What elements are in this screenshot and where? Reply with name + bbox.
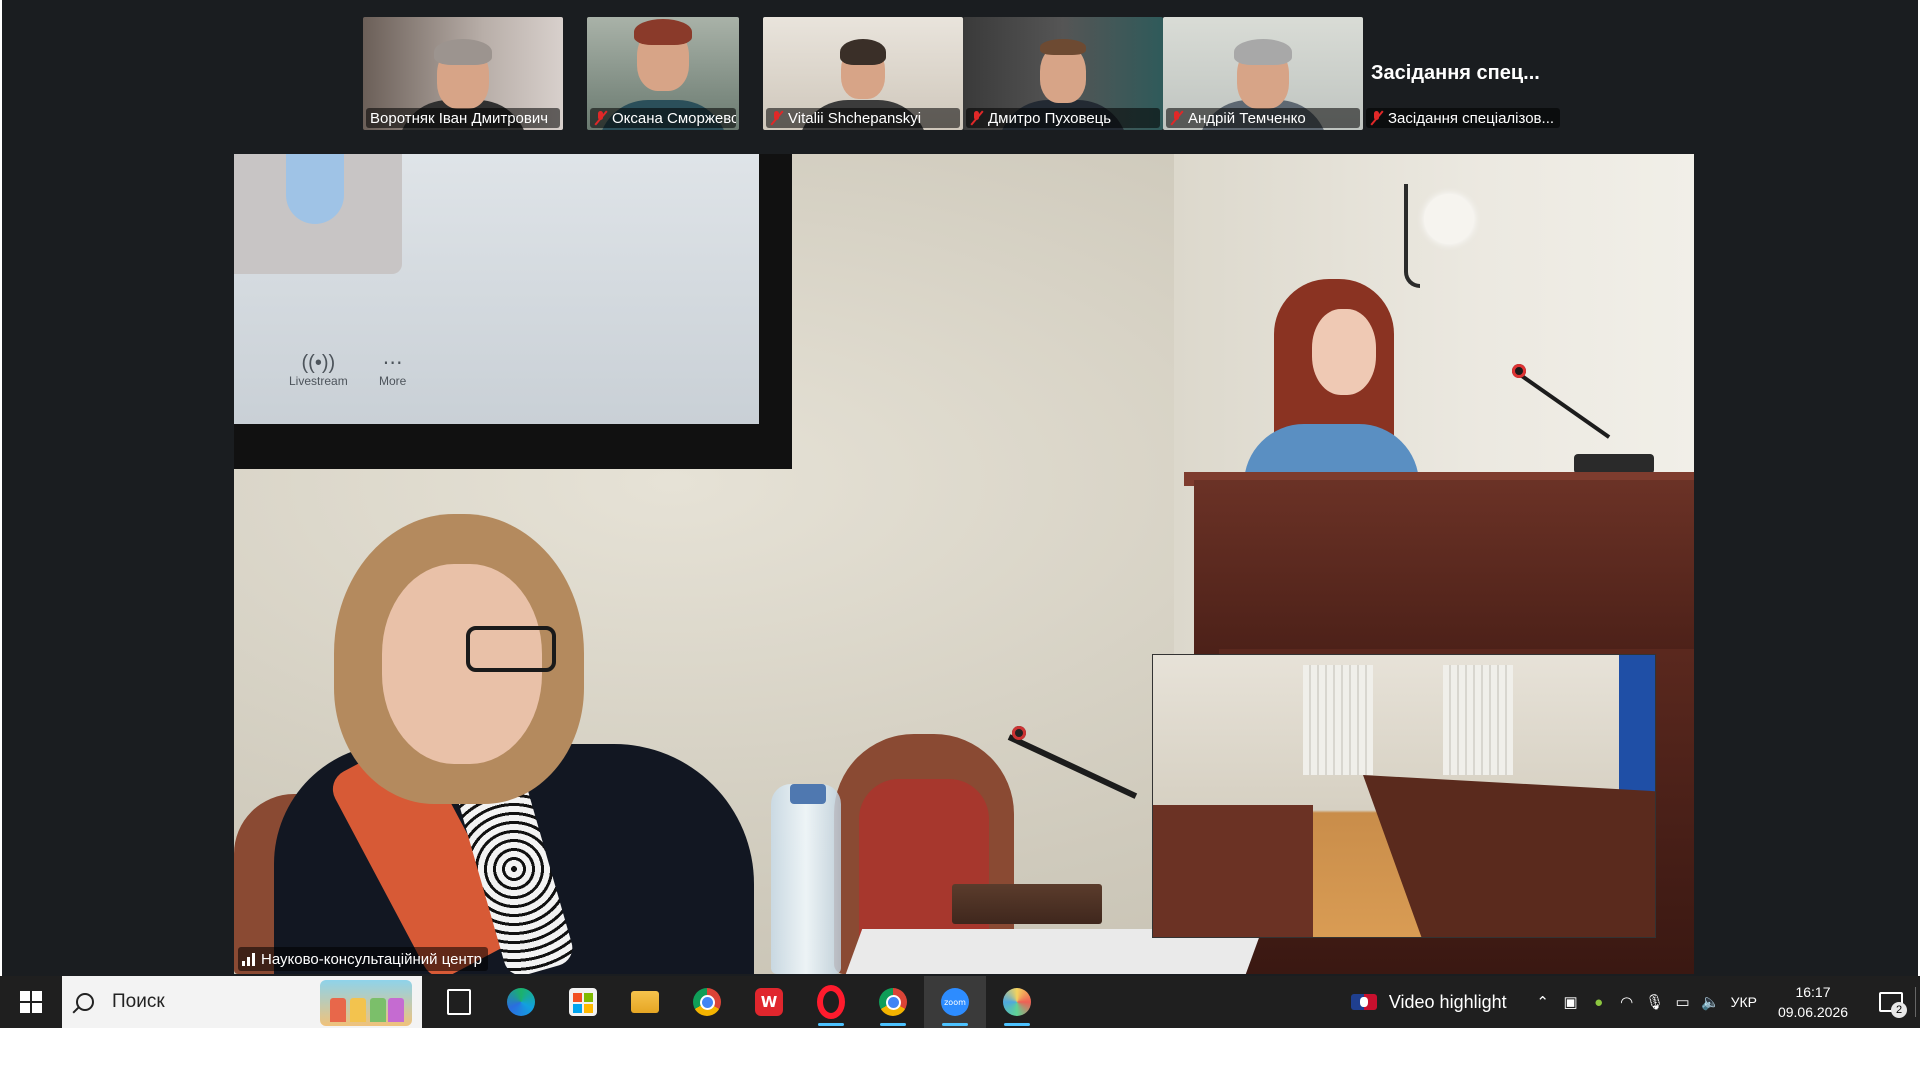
volume-icon[interactable]: 🔈 (1697, 976, 1725, 1028)
wifi-icon[interactable]: ◠ (1613, 976, 1641, 1028)
chrome-profile-icon (879, 988, 907, 1016)
vpn-shield-icon[interactable]: ● (1585, 976, 1613, 1028)
participant-name: Дмитро Пуховець (966, 108, 1160, 128)
connection-signal-icon (242, 952, 255, 966)
store-button[interactable] (552, 976, 614, 1028)
task-view-button[interactable] (428, 976, 490, 1028)
microphone-icon (1512, 364, 1526, 378)
mic-muted-icon (1370, 110, 1384, 126)
file-explorer-button[interactable] (614, 976, 676, 1028)
more-icon: ⋯ More (379, 352, 407, 388)
active-speaker-name: Науково-консультаційний центр (238, 947, 488, 971)
participant-tile[interactable]: Андрій Темченко (1163, 17, 1363, 130)
mic-muted-icon (970, 110, 984, 126)
participant-tile[interactable]: Оксана Сморжевська (587, 17, 739, 130)
room-title-tile[interactable]: Засідання спец... Засідання спеціалізов.… (1363, 17, 1563, 130)
notification-center-button[interactable]: 2 (1871, 976, 1911, 1028)
livestream-icon: ((•)) Livestream (289, 352, 348, 388)
clock-time: 16:17 (1795, 984, 1831, 1000)
paint-button[interactable] (986, 976, 1048, 1028)
water-bottle (771, 784, 841, 974)
file-explorer-icon (631, 991, 659, 1013)
zoom-button[interactable]: zoom (924, 976, 986, 1028)
projector-screen: ((•)) Livestream ⋯ More (234, 154, 792, 469)
opera-button[interactable] (800, 976, 862, 1028)
chrome-icon (693, 988, 721, 1016)
participant-tile[interactable]: Дмитро Пуховець (963, 17, 1163, 130)
task-view-icon (447, 989, 471, 1015)
notification-badge: 2 (1891, 1002, 1907, 1018)
room-title: Засідання спец... (1371, 62, 1540, 84)
search-placeholder: Поиск (112, 991, 165, 1012)
clock-date: 09.06.2026 (1777, 1004, 1849, 1020)
video-highlight-widget[interactable]: Video highlight (1350, 992, 1507, 1013)
mic-muted-icon (594, 110, 608, 126)
taskbar-search-box[interactable]: Поиск (62, 976, 422, 1028)
store-icon (569, 988, 597, 1016)
active-speaker-video[interactable]: ((•)) Livestream ⋯ More Науково-консульт… (234, 154, 1694, 974)
opera-icon (817, 985, 845, 1019)
start-button[interactable] (0, 976, 62, 1028)
clock[interactable]: 16:17 09.06.2026 (1769, 982, 1857, 1022)
books (952, 884, 1102, 924)
edge-icon (507, 988, 535, 1016)
taskbar-apps: W zoom (428, 976, 1048, 1028)
mic-muted-icon (770, 110, 784, 126)
wps-office-button[interactable]: W (738, 976, 800, 1028)
paint-icon (1003, 988, 1031, 1016)
windows-taskbar: Поиск W zoom Video highlight ⌃ ▣ ● ◠ 🎙 ▭… (0, 976, 1920, 1028)
chrome-profile-button[interactable] (862, 976, 924, 1028)
language-indicator[interactable]: УКР (1731, 994, 1757, 1010)
podium (1194, 480, 1694, 660)
mic-muted-icon (1170, 110, 1184, 126)
battery-icon[interactable]: ▭ (1669, 976, 1697, 1028)
participant-name: Воротняк Іван Дмитрович (366, 108, 560, 128)
meet-now-icon[interactable]: ▣ (1557, 976, 1585, 1028)
participant-name: Андрій Темченко (1166, 108, 1360, 128)
participant-tile[interactable]: Воротняк Іван Дмитрович (363, 17, 563, 130)
participant-name: Vitalii Shchepanskyi (766, 108, 960, 128)
microphone-icon[interactable]: 🎙 (1641, 976, 1669, 1028)
participant-strip: Воротняк Іван Дмитрович Оксана Сморжевсь… (363, 17, 1563, 130)
search-highlight-illustration (320, 980, 412, 1026)
wall-lamp (1404, 164, 1474, 288)
system-tray: Video highlight ⌃ ▣ ● ◠ 🎙 ▭ 🔈 УКР 16:17 … (1350, 976, 1920, 1028)
zoom-meeting-window: Воротняк Іван Дмитрович Оксана Сморжевсь… (2, 0, 1918, 976)
microphone-icon (1012, 726, 1026, 740)
edge-button[interactable] (490, 976, 552, 1028)
participant-name: Засідання спеціалізов... (1366, 108, 1560, 128)
zoom-icon: zoom (941, 988, 969, 1016)
wps-office-icon: W (755, 988, 783, 1016)
chrome-button[interactable] (676, 976, 738, 1028)
chevron-up-icon[interactable]: ⌃ (1529, 976, 1557, 1028)
mlb-logo-icon (1350, 994, 1377, 1010)
participant-name: Оксана Сморжевська (590, 108, 736, 128)
windows-logo-icon (20, 991, 42, 1013)
show-desktop-button[interactable] (1915, 987, 1920, 1017)
picture-in-picture-video[interactable] (1152, 654, 1656, 938)
search-icon (76, 993, 94, 1011)
participant-tile[interactable]: Vitalii Shchepanskyi (763, 17, 963, 130)
